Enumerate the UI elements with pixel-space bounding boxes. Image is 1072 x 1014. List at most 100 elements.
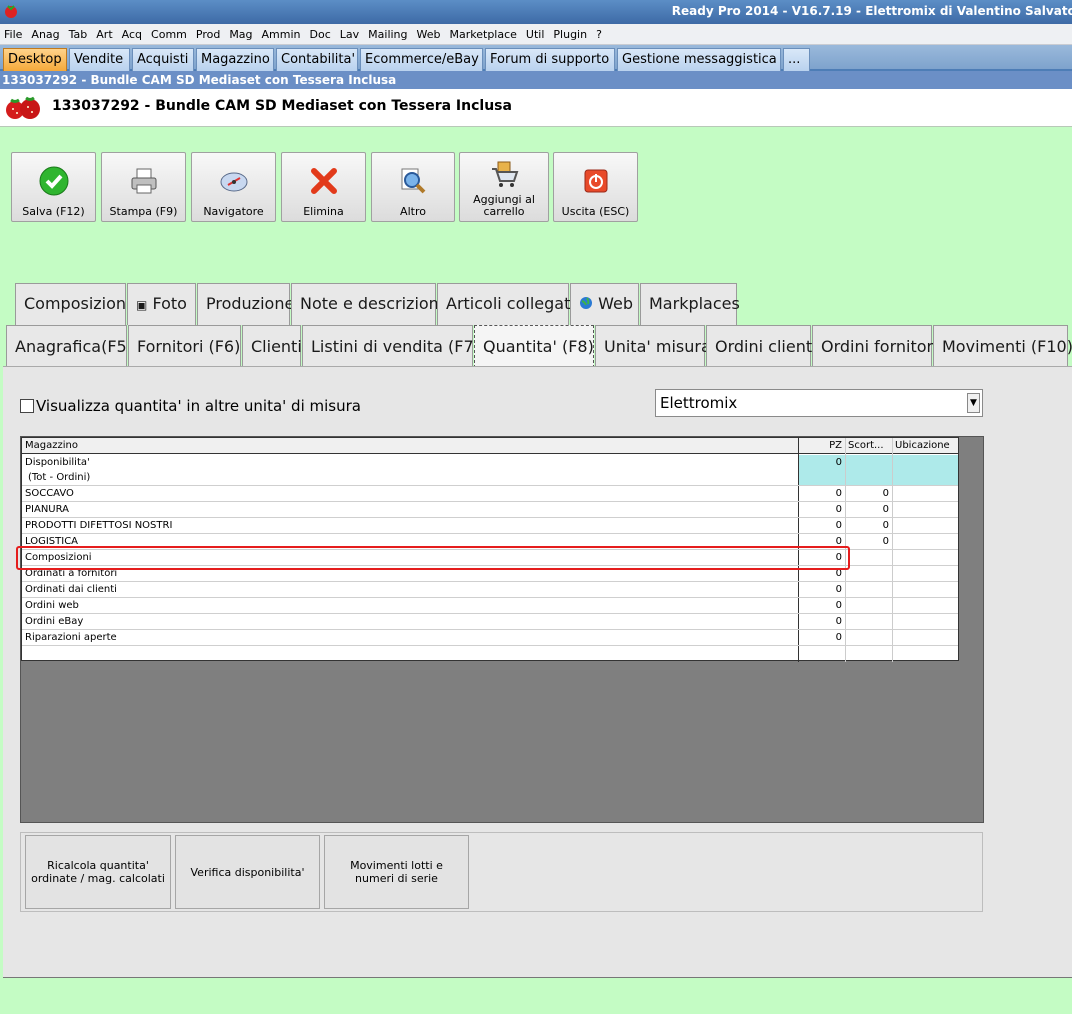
cell-scorta[interactable]: 0 (846, 502, 892, 517)
col-header-magazzino[interactable]: Magazzino (22, 438, 798, 454)
dropdown-arrow-icon[interactable]: ▼ (967, 393, 980, 413)
menu-mag[interactable]: Mag (229, 28, 252, 41)
col-header-ubicazione[interactable]: Ubicazione (892, 438, 958, 454)
cart-icon (492, 161, 519, 187)
document-header: 133037292 - Bundle CAM SD Mediaset con T… (0, 89, 1072, 127)
menu-util[interactable]: Util (526, 28, 544, 41)
main-tab-ecommerce[interactable]: Ecommerce/eBay (360, 48, 483, 71)
menu-tab[interactable]: Tab (69, 28, 88, 41)
table-row[interactable]: Riparazioni aperte (22, 630, 798, 645)
delete-icon (310, 168, 337, 194)
tab-foto-label: Foto (152, 294, 187, 313)
store-select[interactable]: Elettromix ▼ (655, 389, 983, 417)
cell-pz[interactable]: 0 (799, 486, 845, 501)
menu-acq[interactable]: Acq (122, 28, 142, 41)
menu-art[interactable]: Art (96, 28, 112, 41)
delete-label: Elimina (303, 205, 344, 218)
menu-file[interactable]: File (4, 28, 22, 41)
main-tab-vendite[interactable]: Vendite (69, 48, 130, 71)
cell-pz[interactable]: 0 (799, 614, 845, 629)
cell-ubicazione[interactable] (893, 455, 958, 485)
tab-produzione[interactable]: Produzione (197, 283, 294, 325)
tab-ordini-fornitori[interactable]: Ordini fornitori (812, 325, 938, 367)
menu-web[interactable]: Web (417, 28, 441, 41)
menu-anag[interactable]: Anag (31, 28, 59, 41)
lot-movements-button[interactable]: Movimenti lotti e numeri di serie (324, 835, 469, 909)
table-row[interactable]: Ordini web (22, 598, 798, 613)
print-button[interactable]: Stampa (F9) (101, 152, 186, 222)
menu-mailing[interactable]: Mailing (368, 28, 407, 41)
menu-prod[interactable]: Prod (196, 28, 220, 41)
exit-icon (584, 169, 607, 193)
menu-plugin[interactable]: Plugin (553, 28, 587, 41)
tab-fornitori[interactable]: Fornitori (F6) (128, 325, 241, 367)
table-row[interactable]: Disponibilita' (Tot - Ordini) (22, 455, 798, 485)
col-header-pz[interactable]: PZ (798, 438, 845, 454)
cell-pz[interactable]: 0 (799, 502, 845, 517)
table-row[interactable]: PIANURA (22, 502, 798, 517)
main-tab-acquisti[interactable]: Acquisti (132, 48, 194, 71)
more-button[interactable]: Altro (371, 152, 455, 222)
cell-pz[interactable]: 0 (799, 630, 845, 645)
menu-lav[interactable]: Lav (340, 28, 359, 41)
main-tab-magazzino[interactable]: Magazzino (196, 48, 274, 71)
print-label: Stampa (F9) (109, 205, 178, 218)
save-label: Salva (F12) (22, 205, 85, 218)
cell-pz[interactable]: 0 (799, 455, 845, 485)
tab-listini[interactable]: Listini di vendita (F7) (302, 325, 480, 367)
cell-pz[interactable]: 0 (799, 598, 845, 613)
main-tab-strip: Desktop Vendite Acquisti Magazzino Conta… (0, 45, 1072, 71)
tab-foto[interactable]: ▣ Foto (127, 283, 196, 325)
tab-movimenti[interactable]: Movimenti (F10) (933, 325, 1072, 367)
cell-pz[interactable]: 0 (799, 582, 845, 597)
tab-web-label: Web (598, 294, 633, 313)
cell-scorta[interactable]: 0 (846, 486, 892, 501)
main-tab-more[interactable]: ... (783, 48, 810, 71)
main-tab-messaggistica[interactable]: Gestione messaggistica (617, 48, 781, 71)
app-strawberry-icon (5, 5, 17, 18)
tab-web[interactable]: Web (570, 283, 639, 325)
verify-availability-button[interactable]: Verifica disponibilita' (175, 835, 320, 909)
exit-label: Uscita (ESC) (561, 205, 630, 218)
tab-note[interactable]: Note e descrizioni (291, 283, 443, 325)
exit-button[interactable]: Uscita (ESC) (553, 152, 638, 222)
menu-marketplace[interactable]: Marketplace (450, 28, 517, 41)
menu-help[interactable]: ? (596, 28, 602, 41)
tab-articoli-collegati[interactable]: Articoli collegati (437, 283, 575, 325)
tab-unita-misura[interactable]: Unita' misura (595, 325, 711, 367)
cell-scorta[interactable] (846, 455, 892, 485)
show-other-units-checkbox[interactable] (20, 399, 34, 413)
tab-ordini-clienti[interactable]: Ordini clienti (706, 325, 817, 367)
recalc-button[interactable]: Ricalcola quantita' ordinate / mag. calc… (25, 835, 171, 909)
printer-icon (131, 168, 156, 194)
tab-quantita[interactable]: Quantita' (F8) (474, 325, 594, 368)
main-tab-forum[interactable]: Forum di supporto (485, 48, 615, 71)
table-row[interactable]: Ordini eBay (22, 614, 798, 629)
col-header-scorta[interactable]: Scort... (845, 438, 892, 454)
tab-composizioni[interactable]: Composizioni (15, 283, 131, 325)
tab-clienti[interactable]: Clienti (242, 325, 302, 367)
row-divider (22, 645, 958, 646)
save-button[interactable]: Salva (F12) (11, 152, 96, 222)
delete-button[interactable]: Elimina (281, 152, 366, 222)
cell-scorta[interactable]: 0 (846, 518, 892, 533)
cell-pz[interactable]: 0 (799, 518, 845, 533)
annotation-highlight (16, 546, 850, 570)
menu-comm[interactable]: Comm (151, 28, 187, 41)
navigator-label: Navigatore (203, 205, 264, 218)
camera-icon: ▣ (136, 298, 148, 312)
main-tab-contabilita[interactable]: Contabilita' (276, 48, 358, 71)
cell-scorta[interactable]: 0 (846, 534, 892, 549)
tab-anagrafica[interactable]: Anagrafica(F5) (6, 325, 133, 367)
table-row[interactable]: Ordinati dai clienti (22, 582, 798, 597)
window-titlebar: Ready Pro 2014 - V16.7.19 - Elettromix d… (0, 0, 1072, 24)
tab-markplaces[interactable]: Markplaces (640, 283, 740, 325)
table-row[interactable]: PRODOTTI DIFETTOSI NOSTRI (22, 518, 798, 533)
add-to-cart-button[interactable]: Aggiungi al carrello (459, 152, 549, 222)
navigator-button[interactable]: Navigatore (191, 152, 276, 222)
menu-doc[interactable]: Doc (310, 28, 331, 41)
menu-ammin[interactable]: Ammin (262, 28, 301, 41)
table-row[interactable]: SOCCAVO (22, 486, 798, 501)
store-select-value: Elettromix (660, 394, 738, 412)
main-tab-desktop[interactable]: Desktop (3, 48, 67, 71)
